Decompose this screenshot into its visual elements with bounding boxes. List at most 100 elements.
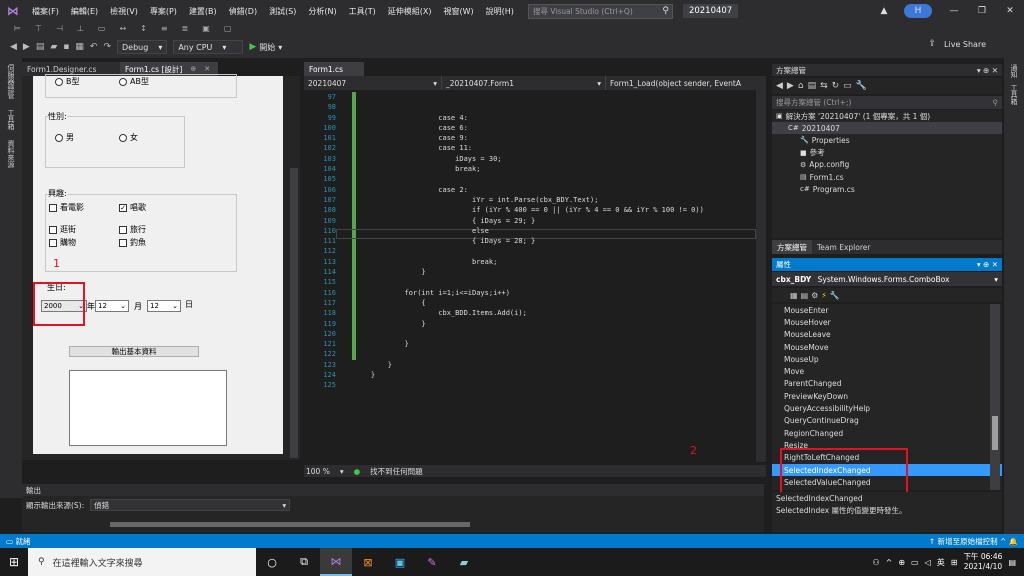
sync-icon[interactable]: ⇆ — [820, 81, 828, 91]
same-width-icon[interactable]: ↔ — [119, 24, 126, 33]
code-line[interactable]: 107 iYr = int.Parse(cbx_BDY.Text); — [304, 195, 766, 205]
tree-item[interactable]: ⚙ App.config — [772, 159, 1002, 171]
spacing-equal-icon[interactable]: ≣ — [182, 24, 189, 33]
volume-icon[interactable]: ◁ — [925, 558, 931, 567]
notifications-tab[interactable]: 通知 — [1009, 64, 1019, 78]
chevron-down-icon[interactable]: ▾ — [340, 467, 344, 476]
event-item[interactable]: QueryAccessibilityHelp — [772, 402, 1002, 414]
maximize-button[interactable]: ❐ — [968, 6, 996, 16]
code-line[interactable]: 98 — [304, 102, 766, 112]
open-folder-icon[interactable]: ▰ — [50, 42, 57, 52]
menu-item[interactable]: 測試(S) — [263, 6, 302, 17]
menu-item[interactable]: 偵錯(D) — [223, 6, 263, 17]
save-all-icon[interactable]: ▦ — [75, 42, 84, 52]
code-line[interactable]: 120 — [304, 329, 766, 339]
pin-icon[interactable]: ▾ ⊕ ✕ — [977, 260, 998, 269]
menu-item[interactable]: 視窗(W) — [438, 6, 480, 17]
menu-item[interactable]: 說明(H) — [480, 6, 520, 17]
switch-view-icon[interactable]: ▤ — [808, 81, 817, 91]
toolbox-right-tab[interactable]: 工具箱 — [1009, 84, 1019, 105]
properties-scroll-thumb[interactable] — [992, 416, 998, 450]
output-horizontal-scrollbar[interactable] — [110, 522, 470, 527]
tab-solution-explorer[interactable]: 方案總管 — [772, 240, 812, 254]
property-pages-icon[interactable]: 🔧 — [830, 291, 840, 300]
tree-item[interactable]: ▤ Form1.cs — [772, 171, 1002, 183]
nav-class-select[interactable]: _20210407.Form1 ▾ — [442, 76, 606, 90]
tree-item[interactable]: c# Program.cs — [772, 183, 1002, 195]
properties-vertical-scrollbar[interactable] — [990, 304, 1000, 490]
avatar[interactable]: H — [904, 4, 932, 18]
checkbox-fishing[interactable]: 釣魚 — [119, 237, 146, 248]
code-line[interactable]: 106 case 2: — [304, 185, 766, 195]
code-line[interactable]: 117 { — [304, 298, 766, 308]
event-item[interactable]: QueryContinueDrag — [772, 415, 1002, 427]
code-line[interactable]: 111 { iDays = 28; } — [304, 236, 766, 246]
toolbox-tab[interactable]: 工具箱 — [6, 109, 16, 130]
checkbox-travel[interactable]: 旅行 — [119, 224, 146, 235]
event-item[interactable]: PreviewKeyDown — [772, 390, 1002, 402]
save-icon[interactable]: ▪ — [63, 42, 69, 52]
search-input[interactable]: 搜尋 Visual Studio (Ctrl+Q) ⚲ — [527, 3, 673, 19]
battery-icon[interactable]: ▭ — [911, 558, 919, 567]
windows-start-icon[interactable]: ⊞ — [0, 548, 28, 576]
spacing-icon[interactable]: ≡ — [161, 24, 168, 33]
radio-blood-b[interactable]: B型 — [55, 76, 80, 87]
zoom-level[interactable]: 100 % — [306, 467, 330, 476]
properties-object-select[interactable]: cbx_BDY System.Windows.Forms.ComboBox ▾ — [772, 272, 1002, 286]
designer-vertical-scrollbar[interactable] — [290, 168, 298, 458]
collapse-icon[interactable]: ▭ — [843, 81, 852, 91]
menu-item[interactable]: 工具(T) — [343, 6, 382, 17]
people-icon[interactable]: ⚇ — [872, 558, 879, 567]
event-item[interactable]: MouseMove — [772, 341, 1002, 353]
categorized-icon[interactable]: ▦ — [790, 291, 798, 300]
menu-item[interactable]: 檢視(V) — [104, 6, 144, 17]
checkbox-sing[interactable]: ✓ 唱歌 — [119, 202, 146, 213]
cortana-icon[interactable]: ○ — [256, 548, 288, 576]
event-item[interactable]: MouseEnter — [772, 304, 1002, 316]
notification-bell-icon[interactable]: 🔔 — [1009, 537, 1018, 546]
input-language[interactable]: 英 — [937, 557, 945, 568]
paint-icon[interactable]: ✎ — [416, 548, 448, 576]
tab-team-explorer[interactable]: Team Explorer — [812, 240, 876, 254]
code-line[interactable]: 124 } — [304, 370, 766, 380]
pin-icon[interactable]: ⊕ — [190, 65, 196, 73]
tree-item[interactable]: ■ 參考 — [772, 147, 1002, 159]
tab-form1-cs[interactable]: Form1.cs — [304, 62, 364, 76]
code-line[interactable]: 109 { iDays = 29; } — [304, 216, 766, 226]
code-line[interactable]: 102 case 11: — [304, 143, 766, 153]
nav-project-select[interactable]: 20210407 ▾ — [304, 76, 442, 90]
code-vertical-scrollbar[interactable] — [756, 90, 766, 462]
data-sources-tab[interactable]: 資料來源 — [6, 140, 16, 168]
radio-gender-male[interactable]: 男 — [55, 132, 74, 143]
align-top-icon[interactable]: ⊥ — [77, 24, 84, 33]
tree-item[interactable]: 🔧 Properties — [772, 134, 1002, 146]
code-line[interactable]: 114 } — [304, 267, 766, 277]
code-line[interactable]: 125 — [304, 380, 766, 390]
pin-icon[interactable]: ▾ ⊕ ✕ — [977, 66, 998, 75]
app-icon[interactable]: ▣ — [384, 548, 416, 576]
ime-icon[interactable]: ⊞ — [951, 558, 958, 567]
output-source-select[interactable]: 偵錯 ▾ — [90, 499, 291, 511]
taskbar-search-input[interactable]: ⚲ 在這裡輸入文字來搜尋 — [28, 548, 256, 576]
issues-status[interactable]: 找不到任何問題 — [370, 466, 423, 477]
properties-icon[interactable]: 🔧 — [856, 81, 867, 91]
checkbox-movie[interactable]: 看電影 — [49, 202, 84, 213]
network-icon[interactable]: ⊕ — [898, 558, 905, 567]
visual-studio-taskbar-icon[interactable]: ⋈ — [320, 548, 352, 576]
minimize-button[interactable]: — — [940, 6, 968, 16]
menu-item[interactable]: 分析(N) — [302, 6, 342, 17]
event-item[interactable]: MouseLeave — [772, 329, 1002, 341]
event-item[interactable]: MouseUp — [772, 353, 1002, 365]
platform-select[interactable]: Any CPU ▾ — [173, 40, 244, 54]
forward-icon[interactable]: ▶ — [787, 81, 794, 91]
back-icon[interactable]: ◀ — [776, 81, 783, 91]
code-line[interactable]: 122 — [304, 349, 766, 359]
properties-view-icon[interactable]: ⚙ — [811, 291, 818, 300]
clock[interactable]: 下午 06:46 2021/4/10 — [963, 552, 1002, 572]
code-line[interactable]: 119 } — [304, 319, 766, 329]
code-line[interactable]: 99 case 4: — [304, 113, 766, 123]
event-item[interactable]: RegionChanged — [772, 427, 1002, 439]
output-textbox[interactable] — [69, 370, 227, 446]
code-line[interactable]: 110 else — [304, 226, 766, 236]
align-center-icon[interactable]: ⊤ — [35, 24, 42, 33]
